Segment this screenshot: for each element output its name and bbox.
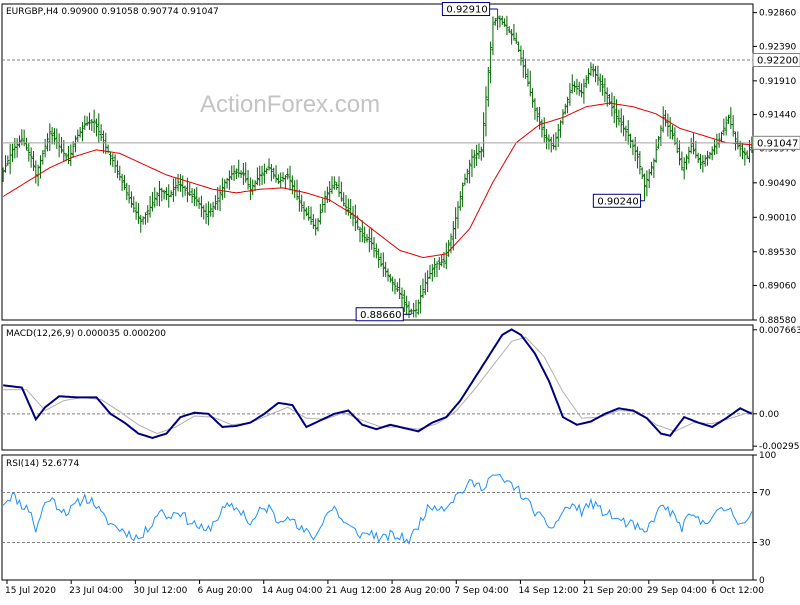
- rsi-axis-tick-label: 70: [759, 489, 771, 499]
- rsi-axis-tick-label: 100: [759, 451, 776, 461]
- price-axis-tick-label: 0.90010: [759, 213, 796, 223]
- x-axis-tick-label: 15 Jul 2020: [5, 586, 56, 596]
- x-axis-tick-label: 6 Oct 12:00: [711, 586, 764, 596]
- price-annotation-label: 0.88660: [360, 310, 401, 321]
- price-axis-tick-label: 0.90490: [759, 179, 796, 189]
- rsi-title: RSI(14) 52.6774: [6, 459, 79, 469]
- x-axis-tick-label: 7 Sep 04:00: [454, 586, 509, 596]
- macd-axis-tick-label: 0.007663: [759, 326, 800, 336]
- watermark-text: ActionForex.com: [200, 91, 380, 118]
- last-close-tag-label: 0.91047: [757, 138, 798, 149]
- rsi-axis-tick-label: 30: [759, 539, 771, 549]
- x-axis-tick-label: 21 Aug 12:00: [326, 586, 387, 596]
- price-axis-tick-label: 0.92860: [759, 9, 796, 19]
- macd-title: MACD(12,26,9) 0.000035 0.000200: [6, 329, 166, 339]
- price-axis-tick-label: 0.91440: [759, 111, 796, 121]
- x-axis-tick-label: 30 Jul 12:00: [133, 586, 187, 596]
- macd-panel-frame: [1, 324, 754, 451]
- price-axis-tick-label: 0.89060: [759, 282, 796, 292]
- macd-axis-tick-label: 0.00: [759, 410, 779, 420]
- x-axis-tick-label: 29 Sep 04:00: [647, 586, 707, 596]
- x-axis-tick-label: 6 Aug 20:00: [198, 586, 253, 596]
- x-axis-tick-label: 28 Aug 20:00: [390, 586, 451, 596]
- price-axis-tick-label: 0.89530: [759, 248, 796, 258]
- chart-canvas: ActionForex.com 0.92860 0.92390 0.91910 0.9…: [1, 2, 800, 596]
- price-annotation-label: 0.90240: [597, 196, 638, 207]
- price-axis-tick-label: 0.91910: [759, 77, 796, 87]
- x-axis-tick-label: 14 Aug 04:00: [262, 586, 323, 596]
- x-axis-tick-label: 23 Jul 04:00: [69, 586, 123, 596]
- price-annotation-label: 0.92910: [446, 5, 487, 16]
- rsi-axis-tick-label: 0: [759, 576, 765, 586]
- x-axis-tick-label: 21 Sep 20:00: [583, 586, 643, 596]
- price-axis-tick-label: 0.92390: [759, 42, 796, 52]
- chart-symbol-line: EURGBP,H4 0.90900 0.91058 0.90774 0.9104…: [6, 7, 219, 17]
- chart-root: ActionForex.com 0.92860 0.92390 0.91910 0.9…: [0, 0, 800, 600]
- x-axis-tick-label: 14 Sep 12:00: [518, 586, 578, 596]
- rsi-panel-frame: [1, 454, 754, 581]
- price-axis-tick-label: 0.88580: [759, 316, 796, 326]
- resistance-level-tag-label: 0.92200: [757, 56, 798, 67]
